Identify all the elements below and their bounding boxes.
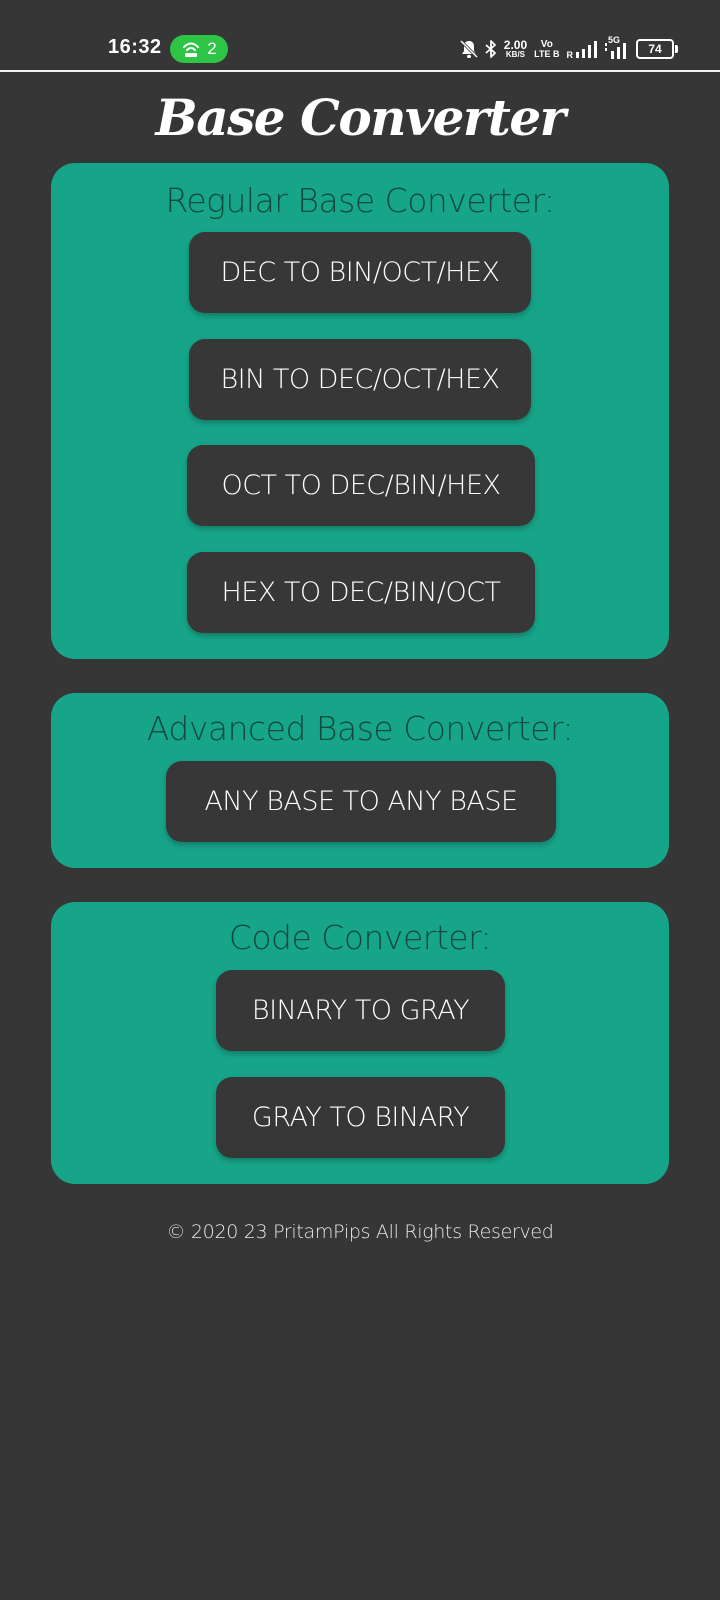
- gray-to-binary-button[interactable]: GRAY TO BINARY: [216, 1077, 505, 1158]
- advanced-converter-heading: Advanced Base Converter:: [146, 709, 574, 748]
- code-converter-card: Code Converter: BINARY TO GRAY GRAY TO B…: [51, 902, 669, 1184]
- bin-to-dec-oct-hex-button[interactable]: BIN TO DEC/OCT/HEX: [189, 339, 531, 420]
- status-time: 16:32: [108, 36, 162, 58]
- regular-converter-card: Regular Base Converter: DEC TO BIN/OCT/H…: [51, 163, 669, 659]
- hotspot-count: 2: [207, 39, 217, 58]
- status-bar: 16:32 2 2.00 KB/S Vo LTE B R 5G 74: [0, 0, 720, 70]
- bluetooth-icon: [485, 40, 496, 58]
- app-title: Base Converter: [155, 88, 566, 147]
- volte-indicator: Vo LTE B: [534, 38, 560, 59]
- battery-level: 74: [648, 42, 662, 56]
- signal-icon: [605, 43, 626, 59]
- advanced-converter-card: Advanced Base Converter: ANY BASE TO ANY…: [51, 693, 669, 868]
- status-divider: [0, 70, 720, 72]
- roaming-label: R: [566, 50, 574, 60]
- hotspot-icon: [183, 42, 200, 57]
- regular-converter-heading: Regular Base Converter:: [165, 181, 555, 220]
- signal-5g: 5G: [605, 35, 629, 61]
- data-speed: 2.00 KB/S: [504, 39, 527, 59]
- volte-bottom: LTE B: [534, 48, 560, 59]
- oct-to-dec-bin-hex-button[interactable]: OCT TO DEC/BIN/HEX: [187, 445, 535, 526]
- hotspot-indicator[interactable]: 2: [170, 35, 228, 63]
- any-base-to-any-base-button[interactable]: ANY BASE TO ANY BASE: [166, 761, 556, 842]
- code-converter-heading: Code Converter:: [228, 918, 492, 957]
- dec-to-bin-oct-hex-button[interactable]: DEC TO BIN/OCT/HEX: [189, 232, 531, 313]
- binary-to-gray-button[interactable]: BINARY TO GRAY: [216, 970, 505, 1051]
- signal-icon: [576, 41, 597, 58]
- data-speed-unit: KB/S: [505, 50, 526, 59]
- status-icons: 2.00 KB/S Vo LTE B R 5G 74: [459, 35, 678, 63]
- hex-to-dec-bin-oct-button[interactable]: HEX TO DEC/BIN/OCT: [187, 552, 535, 633]
- mute-icon: [459, 39, 478, 59]
- battery-icon: 74: [636, 39, 678, 59]
- volte-top: Vo: [540, 38, 553, 50]
- copyright-footer: © 2020 23 PritamPips All Rights Reserved: [166, 1221, 554, 1243]
